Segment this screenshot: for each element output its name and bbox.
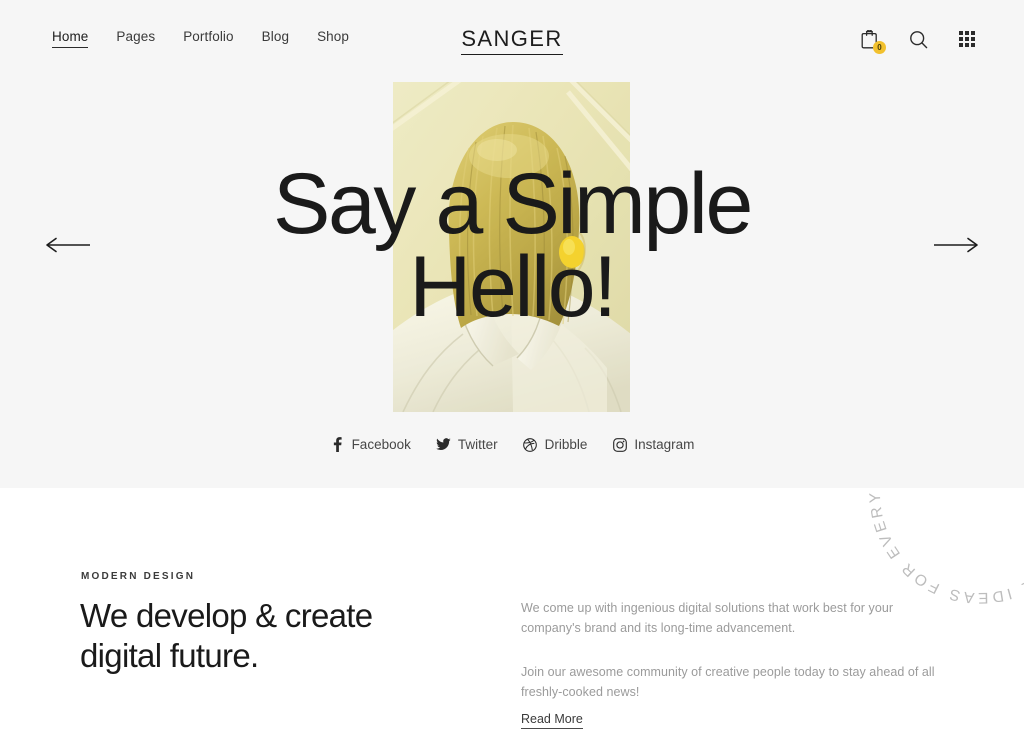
social-label-instagram: Instagram (634, 437, 695, 452)
section-heading-line-2: digital future. (80, 636, 259, 674)
hero-image (393, 82, 630, 412)
social-links: Facebook Twitter Dribble Instagram (0, 437, 1024, 452)
twitter-icon (435, 437, 451, 452)
site-header: Home Pages Portfolio Blog Shop SANGER 0 (0, 0, 1024, 78)
section-heading-line-1: We develop & create (80, 597, 373, 634)
social-label-twitter: Twitter (457, 437, 498, 452)
cart-count-badge: 0 (873, 41, 886, 54)
arrow-right-icon[interactable] (928, 228, 984, 262)
search-icon[interactable] (905, 26, 931, 52)
read-more-link[interactable]: Read More (521, 712, 583, 729)
social-label-dribbble: Dribble (544, 437, 588, 452)
section-eyebrow: MODERN DESIGN (81, 571, 196, 582)
arrow-left-icon[interactable] (40, 228, 96, 262)
instagram-icon (612, 437, 627, 452)
grid-menu-icon[interactable] (954, 26, 980, 52)
facebook-icon (330, 437, 345, 452)
social-link-dribbble[interactable]: Dribble (523, 437, 588, 452)
shopping-bag-icon[interactable]: 0 (856, 26, 886, 54)
page-root: Home Pages Portfolio Blog Shop SANGER 0 (0, 0, 1024, 745)
social-link-twitter[interactable]: Twitter (435, 437, 498, 452)
section-paragraph-1: We come up with ingenious digital soluti… (521, 601, 894, 636)
social-link-facebook[interactable]: Facebook (330, 437, 411, 452)
section-copy: We come up with ingenious digital soluti… (521, 598, 939, 702)
section-heading: We develop & create digital future. (80, 596, 500, 675)
social-label-facebook: Facebook (351, 437, 411, 452)
about-section: MODERN DESIGN We develop & create digita… (0, 488, 1024, 745)
social-link-instagram[interactable]: Instagram (612, 437, 694, 452)
header-icon-group: 0 (856, 26, 980, 54)
site-logo-text: SANGER (461, 26, 563, 55)
section-paragraph-2: Join our awesome community of creative p… (521, 664, 935, 699)
dribbble-icon (523, 437, 538, 452)
